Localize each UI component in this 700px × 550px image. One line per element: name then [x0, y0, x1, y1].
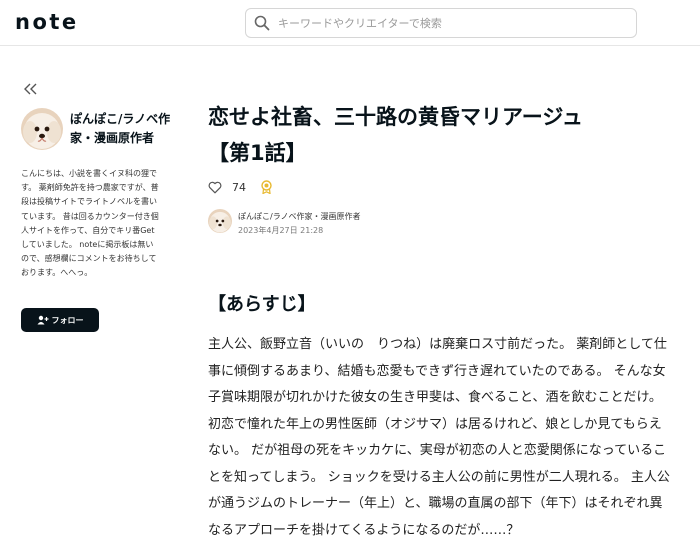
- title-line-1: 恋せよ社畜、三十路の黄昏マリアージュ: [208, 105, 583, 129]
- search-input[interactable]: [278, 16, 618, 30]
- chevron-double-left-icon[interactable]: [22, 80, 40, 98]
- title-line-2: 【第1話】: [208, 141, 307, 165]
- follow-label: フォロー: [51, 315, 84, 325]
- site-header: note: [0, 0, 700, 46]
- search-box[interactable]: [245, 8, 637, 38]
- synopsis-heading: 【あらすじ】: [208, 294, 316, 315]
- publish-date: 2023年4月27日 21:28: [238, 226, 324, 235]
- heart-icon[interactable]: [208, 181, 222, 194]
- search-icon: [254, 15, 270, 31]
- add-user-icon: [37, 315, 48, 325]
- article-title: 恋せよ社畜、三十路の黄昏マリアージュ 【第1話】: [208, 99, 648, 171]
- byline-author-name[interactable]: ぽんぽこ/ラノベ作家・漫画原作者: [238, 211, 361, 222]
- sidebar-author-name[interactable]: ぽんぽこ/ラノベ作家・漫画原作者: [70, 110, 180, 148]
- note-logo[interactable]: note: [15, 9, 79, 35]
- author-bio: こんにちは、小説を書くイヌ科の狸です。 薬剤師免許を持つ農家ですが、普段は投稿サ…: [21, 169, 159, 278]
- article-meta: 74: [208, 179, 273, 195]
- byline-avatar[interactable]: [208, 209, 232, 233]
- synopsis-text: 主人公、飯野立音（いいの りつね）は廃棄ロス寸前だった。 薬剤師として仕事に傾倒…: [208, 337, 670, 538]
- award-badge-icon: [261, 180, 272, 194]
- follow-button[interactable]: フォロー: [21, 308, 99, 332]
- dog-avatar-image: [208, 209, 232, 233]
- like-count[interactable]: 74: [232, 181, 246, 194]
- dog-avatar-image: [21, 108, 63, 150]
- logo-text[interactable]: note: [15, 10, 79, 34]
- author-avatar[interactable]: [21, 108, 63, 150]
